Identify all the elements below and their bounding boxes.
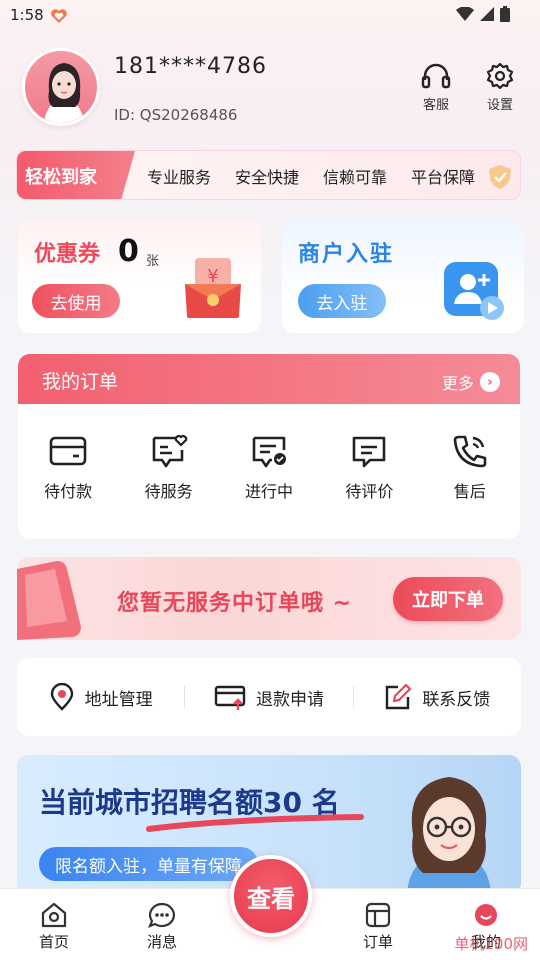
link-label: 联系反馈 [422,689,491,710]
coupon-count: 0 [118,234,139,269]
order-item-pending-service[interactable]: 待服务 [129,434,209,502]
nav-orders-label: 订单 [362,933,393,951]
brush-underline-decoration [146,814,364,832]
orders-title: 我的订单 [42,371,119,393]
coupon-title: 优惠券 [34,242,101,267]
order-item-pending-payment[interactable]: 待付款 [28,434,108,502]
phone-illustration-icon [17,561,81,640]
feature-banner: 轻松到家 专业服务 安全快捷 信赖可靠 平台保障 [16,150,521,200]
status-bar: 1:58 [0,0,540,34]
headset-icon [421,63,451,89]
status-time: 1:58 [10,6,44,24]
nav-home-label: 首页 [38,933,69,951]
feature-items: 专业服务 安全快捷 信赖可靠 平台保障 [147,151,476,199]
chevron-right-icon: › [480,372,500,392]
user-id: ID: QS20268486 [114,106,238,124]
chat-bubble-icon [148,902,175,928]
feature-badge: 轻松到家 [17,151,135,199]
phone-number: 181****4786 [114,54,267,79]
order-item-label: 待付款 [44,482,93,501]
heart-message-icon [152,435,187,468]
order-now-button[interactable]: 立即下单 [393,577,503,621]
order-item-in-progress[interactable]: 进行中 [229,434,309,502]
nav-home[interactable]: 首页 [14,901,94,960]
header-actions: 客服 设置 [418,62,518,113]
settings-label: 设置 [486,98,513,113]
coupon-unit: 张 [146,254,160,269]
add-user-icon [444,262,504,320]
customer-service-button[interactable]: 客服 [418,62,454,113]
phone-icon [453,435,487,468]
nav-messages-label: 消息 [146,933,177,951]
use-coupon-button[interactable]: 去使用 [32,284,120,318]
nav-orders[interactable]: 订单 [338,901,418,960]
status-indicators [456,6,510,22]
order-item-after-sales[interactable]: 售后 [430,434,510,502]
app-notification-icon [51,9,67,23]
coupon-card[interactable]: 优惠券 0 张 去使用 ¥ [18,220,261,333]
link-label: 退款申请 [255,689,324,710]
no-active-orders-banner: 您暂无服务中订单哦 ~ 立即下单 [17,557,521,640]
home-icon [41,902,67,928]
red-envelope-icon: ¥ [185,258,241,318]
order-item-pending-review[interactable]: 待评价 [329,434,409,502]
orders-header: 我的订单 更多 › [18,354,520,404]
edit-icon [386,683,412,710]
no-active-orders-text: 您暂无服务中订单哦 ~ [117,591,353,616]
orders-more-link[interactable]: 更多 › [442,370,500,394]
contact-feedback-link[interactable]: 联系反馈 [354,683,521,711]
avatar-image [43,63,85,123]
battery-icon [500,6,510,22]
checklist-icon [252,436,286,468]
feature-item: 信赖可靠 [323,168,388,187]
order-item-label: 待评价 [345,482,394,501]
signal-icon [480,7,494,21]
gear-icon [486,62,514,90]
refund-icon [214,685,246,710]
quick-links-card: 地址管理 退款申请 联系反馈 [17,658,521,736]
quick-links-row: 地址管理 退款申请 联系反馈 [17,658,521,736]
order-item-label: 待服务 [144,482,193,501]
refund-request-link[interactable]: 退款申请 [185,684,352,710]
feature-item: 安全快捷 [235,168,300,187]
woman-with-glasses-illustration [407,777,491,895]
feature-item: 专业服务 [147,168,212,187]
profile-header: 181****4786 ID: QS20268486 客服 设置 [22,48,518,132]
merchant-card[interactable]: 商户入驻 去入驻 [282,220,524,333]
orders-more-label: 更多 [441,374,474,393]
watermark-text: 单机100网 [454,935,528,953]
view-center-button[interactable]: 查看 [230,855,312,937]
orders-table-icon [365,902,391,928]
customer-service-label: 客服 [422,98,449,113]
shield-icon [489,165,511,189]
link-label: 地址管理 [84,689,153,710]
merchant-title: 商户入驻 [298,242,395,267]
site-watermark: 单机100网 [454,933,528,954]
wifi-icon [456,7,474,21]
feature-item: 平台保障 [411,168,476,187]
comment-icon [353,436,386,468]
svg-text:¥: ¥ [207,266,218,287]
address-management-link[interactable]: 地址管理 [17,683,184,711]
join-merchant-button[interactable]: 去入驻 [298,284,386,318]
orders-items: 待付款 待服务 进行中 待评价 售后 [18,434,520,502]
settings-button[interactable]: 设置 [482,62,518,113]
profile-face-icon [475,904,497,926]
nav-messages[interactable]: 消息 [122,901,202,960]
order-item-label: 售后 [453,482,486,501]
orders-card: 我的订单 更多 › 待付款 待服务 进行中 待评价 售后 [18,354,520,539]
avatar[interactable] [22,48,100,126]
order-item-label: 进行中 [244,482,293,501]
location-pin-icon [50,683,73,711]
recruitment-subtitle: 限名额入驻，单量有保障 [39,847,258,881]
card-icon [49,436,87,466]
